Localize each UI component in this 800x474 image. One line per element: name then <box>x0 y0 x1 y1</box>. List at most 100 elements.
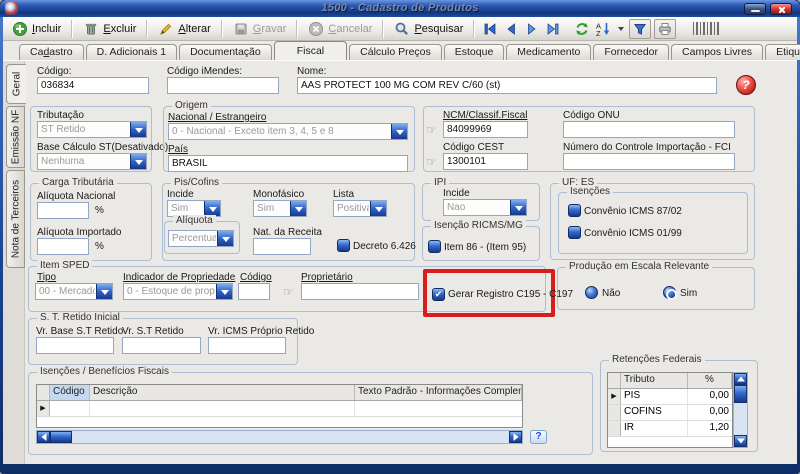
aliquota-tipo-select[interactable]: Percentual <box>168 230 234 247</box>
alterar-button[interactable]: Alterar <box>154 20 214 38</box>
side-tab-nota-de-terceiros[interactable]: Nota de Terceiros <box>6 170 25 268</box>
tab-estoque[interactable]: Estoque <box>444 44 505 60</box>
producao-nao-radio[interactable] <box>585 286 598 299</box>
vr-st-retido-input[interactable] <box>122 337 201 354</box>
table-row[interactable]: IR 1,20 <box>608 421 732 437</box>
convenio-icms-8702-checkbox[interactable] <box>568 204 581 217</box>
grid-help-button[interactable]: ? <box>530 430 547 444</box>
tab-etiquetas[interactable]: Etiquetas <box>765 44 800 60</box>
dropdown-icon <box>510 200 526 215</box>
fiscal-tab-page: Geral Emissão NF Nota de Terceiros Códig… <box>3 60 797 464</box>
prior-record-button[interactable] <box>502 20 520 37</box>
tab-fornecedor[interactable]: Fornecedor <box>593 44 669 60</box>
grid-hscrollbar[interactable] <box>36 430 523 444</box>
filter-button[interactable] <box>629 19 651 39</box>
col-texto-padrao[interactable]: Texto Padrão - Informações Complementare… <box>355 385 522 400</box>
decreto-6426-checkbox[interactable] <box>337 239 350 252</box>
tab-fiscal[interactable]: Fiscal <box>274 41 347 60</box>
sort-options-dropdown[interactable] <box>615 20 626 37</box>
codigo-cest-input[interactable]: 1300101 <box>443 153 528 170</box>
sped-codigo-label[interactable]: Código <box>240 272 272 283</box>
row-marker-icon: ▶ <box>611 392 616 400</box>
scroll-thumb[interactable] <box>50 431 72 443</box>
scroll-left-button[interactable] <box>37 431 50 443</box>
aliquota-nacional-input[interactable] <box>37 202 89 219</box>
ncm-label[interactable]: NCM/Classif.Fiscal <box>443 110 527 121</box>
nome-label: Nome: <box>297 66 326 77</box>
col-codigo[interactable]: Código <box>50 385 90 400</box>
col-percentual[interactable]: % <box>688 373 732 388</box>
side-tab-emissao-nf[interactable]: Emissão NF <box>6 106 25 168</box>
tab-campos-livres[interactable]: Campos Livres <box>671 44 763 60</box>
table-row[interactable]: ▶ <box>37 401 522 417</box>
vr-icms-proprio-input[interactable] <box>208 337 286 354</box>
row-marker-icon: ▶ <box>40 404 45 412</box>
scroll-down-button[interactable] <box>734 435 747 447</box>
sort-az-button[interactable]: AZ <box>594 20 612 37</box>
minimize-button[interactable] <box>744 3 766 15</box>
hand-pointer-icon[interactable]: ☞ <box>426 156 437 168</box>
gravar-button[interactable]: Gravar <box>229 20 291 38</box>
excluir-button[interactable]: Excluir <box>79 20 140 38</box>
monofasico-select[interactable]: Sim <box>253 200 307 217</box>
cancelar-button[interactable]: Cancelar <box>304 20 376 38</box>
aliquota-importado-input[interactable] <box>37 238 89 255</box>
col-tributo[interactable]: Tributo <box>621 373 688 388</box>
codigo-input[interactable]: 036834 <box>37 77 149 94</box>
tab-d-adicionais-1[interactable]: D. Adicionais 1 <box>86 44 177 60</box>
side-tab-geral[interactable]: Geral <box>6 64 26 104</box>
retencoes-federais-grid[interactable]: Tributo % ▶ PIS 0,00 COFINS 0,00 IR 1,20 <box>607 372 733 448</box>
convenio-icms-0199-label: Convênio ICMS 01/99 <box>584 228 682 239</box>
scroll-thumb[interactable] <box>734 385 747 403</box>
sped-proprietario-label[interactable]: Proprietário <box>301 272 353 283</box>
convenio-icms-0199-checkbox[interactable] <box>568 226 581 239</box>
base-calculo-st-select[interactable]: Nenhuma <box>37 153 147 170</box>
fci-input[interactable] <box>563 153 735 170</box>
isencoes-beneficios-grid[interactable]: Código Descrição Texto Padrão - Informaç… <box>36 384 523 428</box>
last-record-button[interactable] <box>544 20 562 37</box>
tab-medicamento[interactable]: Medicamento <box>506 44 591 60</box>
col-descricao[interactable]: Descrição <box>90 385 355 400</box>
sped-tipo-label[interactable]: Tipo <box>37 272 56 283</box>
producao-sim-label: Sim <box>680 288 697 299</box>
percent-label: % <box>95 205 104 216</box>
grid-vscrollbar[interactable] <box>733 372 748 448</box>
lista-select[interactable]: Positiva <box>333 200 387 217</box>
item-86-checkbox[interactable] <box>428 240 441 253</box>
tributacao-select[interactable]: ST Retido <box>37 121 147 138</box>
tab-documentacao[interactable]: Documentação <box>179 44 272 60</box>
nacional-estrangeiro-select[interactable]: 0 - Nacional - Exceto item 3, 4, 5 e 8 <box>168 123 408 140</box>
grid-header: Código Descrição Texto Padrão - Informaç… <box>37 385 522 401</box>
sped-proprietario-input[interactable] <box>301 283 419 300</box>
first-record-button[interactable] <box>481 20 499 37</box>
sped-codigo-input[interactable] <box>238 283 270 300</box>
pesquisar-button[interactable]: Pesquisar <box>390 20 467 38</box>
pais-input[interactable]: BRASIL <box>168 155 408 172</box>
print-button[interactable] <box>654 19 676 39</box>
nome-input[interactable]: AAS PROTECT 100 MG COM REV C/60 (st) <box>297 77 717 94</box>
nat-receita-input[interactable] <box>253 238 311 255</box>
gerar-registro-c195-c197-checkbox[interactable]: ✔ <box>432 288 445 301</box>
refresh-button[interactable] <box>573 20 591 37</box>
codigo-onu-input[interactable] <box>563 121 735 138</box>
sped-tipo-select[interactable]: 00 - Mercadoria <box>35 283 113 300</box>
codigo-imendes-input[interactable] <box>167 77 279 94</box>
hand-pointer-icon[interactable]: ☞ <box>283 286 294 298</box>
table-row[interactable]: COFINS 0,00 <box>608 405 732 421</box>
ipi-incide-select[interactable]: Nao <box>443 199 527 216</box>
vr-base-st-input[interactable] <box>36 337 114 354</box>
next-record-button[interactable] <box>523 20 541 37</box>
table-row[interactable]: ▶ PIS 0,00 <box>608 389 732 405</box>
scroll-up-button[interactable] <box>734 373 747 385</box>
ncm-input[interactable]: 84099969 <box>443 121 528 138</box>
sped-indicador-select[interactable]: 0 - Estoque de proprieda <box>123 283 233 300</box>
sped-indicador-label[interactable]: Indicador de Propriedade <box>123 272 235 283</box>
tab-cadastro[interactable]: Cadastro <box>19 44 84 60</box>
help-icon[interactable]: ? <box>736 75 756 95</box>
hand-pointer-icon[interactable]: ☞ <box>426 124 437 136</box>
close-button[interactable] <box>770 3 792 15</box>
scroll-right-button[interactable] <box>509 431 522 443</box>
producao-sim-radio[interactable] <box>663 286 676 299</box>
tab-calculo-precos[interactable]: Cálculo Preços <box>349 44 442 60</box>
incluir-button[interactable]: Incluir <box>8 20 65 38</box>
